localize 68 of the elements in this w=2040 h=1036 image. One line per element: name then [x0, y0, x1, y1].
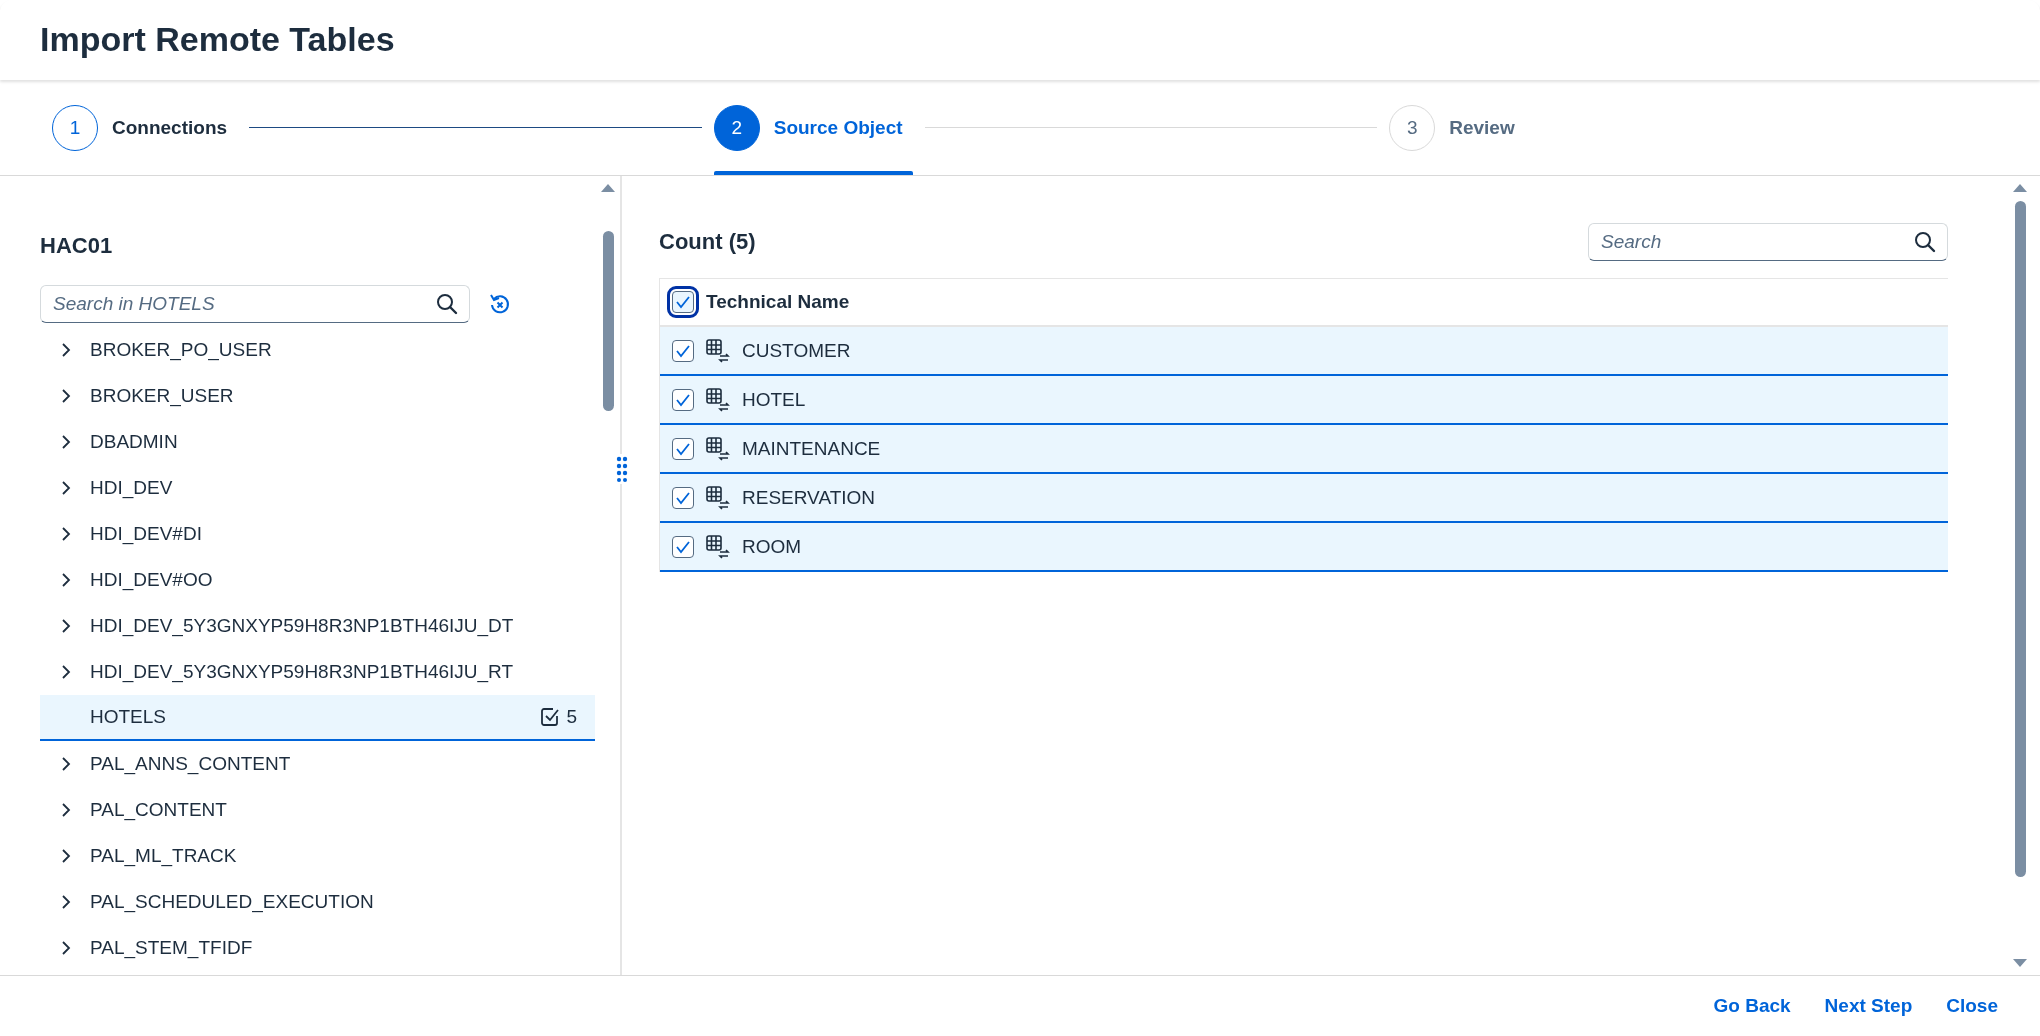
- tree-item[interactable]: PAL_SCHEDULED_EXECUTION: [40, 879, 595, 925]
- remote-table-icon: [706, 387, 730, 412]
- checkbox[interactable]: [672, 388, 694, 411]
- remote-table-icon: [706, 534, 730, 559]
- wizard-step[interactable]: 3 Review: [1389, 80, 1525, 175]
- chevron-right-icon[interactable]: [61, 527, 71, 541]
- chevron-right-icon[interactable]: [61, 757, 71, 771]
- checkbox-checked-icon: [540, 707, 561, 727]
- checkbox[interactable]: [672, 535, 694, 558]
- chevron-right-icon[interactable]: [61, 343, 71, 357]
- tree-item[interactable]: PAL_ML_TRACK: [40, 833, 595, 879]
- table-row[interactable]: ROOM: [660, 523, 1948, 572]
- tree-item[interactable]: HDI_DEV#OO: [40, 557, 595, 603]
- table-cell: ROOM: [742, 535, 802, 558]
- splitter-handle-icon[interactable]: [615, 454, 629, 484]
- tree-item[interactable]: HOTELS 5: [40, 695, 595, 741]
- table-row[interactable]: HOTEL: [660, 376, 1948, 425]
- checkbox[interactable]: [672, 437, 694, 460]
- checkbox[interactable]: [672, 486, 694, 509]
- search-field[interactable]: Search: [1588, 223, 1948, 261]
- step-number: 3: [1389, 104, 1436, 151]
- remote-table-icon: [706, 485, 730, 510]
- tree-item[interactable]: PAL_ANNS_CONTENT: [40, 741, 595, 787]
- chevron-right-icon[interactable]: [61, 803, 71, 817]
- table-title: Count (5): [659, 229, 756, 255]
- table-cell: CUSTOMER: [742, 339, 851, 362]
- chevron-right-icon[interactable]: [61, 665, 71, 679]
- tree-item[interactable]: HDI_DEV_5Y3GNXYP59H8R3NP1BTH46IJU_RT: [40, 649, 595, 695]
- table-row[interactable]: RESERVATION: [660, 474, 1948, 523]
- chevron-right-icon[interactable]: [61, 389, 71, 403]
- dialog-title: Import Remote Tables: [39, 19, 396, 59]
- tree-item[interactable]: HDI_DEV#DI: [40, 511, 595, 557]
- search-icon[interactable]: [1914, 231, 1936, 253]
- footer-button[interactable]: Close: [1932, 987, 2012, 1025]
- chevron-right-icon[interactable]: [61, 941, 71, 955]
- column-header: Technical Name: [706, 291, 850, 313]
- footer-button[interactable]: Next Step: [1810, 987, 1927, 1025]
- wizard-step[interactable]: 2 Source Object: [713, 80, 913, 175]
- table-row[interactable]: CUSTOMER: [660, 327, 1948, 376]
- chevron-right-icon[interactable]: [61, 895, 71, 909]
- selected-count: 5: [566, 706, 577, 728]
- table-cell: HOTEL: [742, 388, 806, 411]
- table-row[interactable]: MAINTENANCE: [660, 425, 1948, 474]
- remote-table-icon: [706, 436, 730, 461]
- chevron-right-icon[interactable]: [61, 849, 71, 863]
- tree-item[interactable]: BROKER_USER: [40, 373, 595, 419]
- footer-button[interactable]: Go Back: [1699, 987, 1805, 1025]
- tree-item[interactable]: BROKER_PO_USER: [40, 327, 595, 373]
- table-cell: MAINTENANCE: [742, 437, 881, 460]
- chevron-right-icon[interactable]: [61, 619, 71, 633]
- step-number: 1: [52, 104, 98, 151]
- reset-icon[interactable]: [488, 292, 512, 316]
- tree-item[interactable]: HDI_DEV_5Y3GNXYP59H8R3NP1BTH46IJU_DT: [40, 603, 595, 649]
- tree-item[interactable]: PAL_CONTENT: [40, 787, 595, 833]
- chevron-right-icon[interactable]: [61, 481, 71, 495]
- chevron-right-icon[interactable]: [61, 573, 71, 587]
- step-number: 2: [713, 104, 760, 151]
- tree-item[interactable]: HDI_DEV: [40, 465, 595, 511]
- panel-title: HAC01: [40, 233, 114, 260]
- search-icon[interactable]: [436, 293, 458, 315]
- chevron-right-icon[interactable]: [61, 435, 71, 449]
- wizard-step[interactable]: 1 Connections: [52, 80, 238, 175]
- remote-table-icon: [706, 338, 730, 363]
- tree-item[interactable]: DBADMIN: [40, 419, 595, 465]
- checkbox[interactable]: [672, 339, 694, 362]
- table-cell: RESERVATION: [742, 486, 876, 509]
- search-field[interactable]: Search in HOTELS: [40, 285, 470, 323]
- tree-item[interactable]: PAL_STEM_TFIDF: [40, 925, 595, 971]
